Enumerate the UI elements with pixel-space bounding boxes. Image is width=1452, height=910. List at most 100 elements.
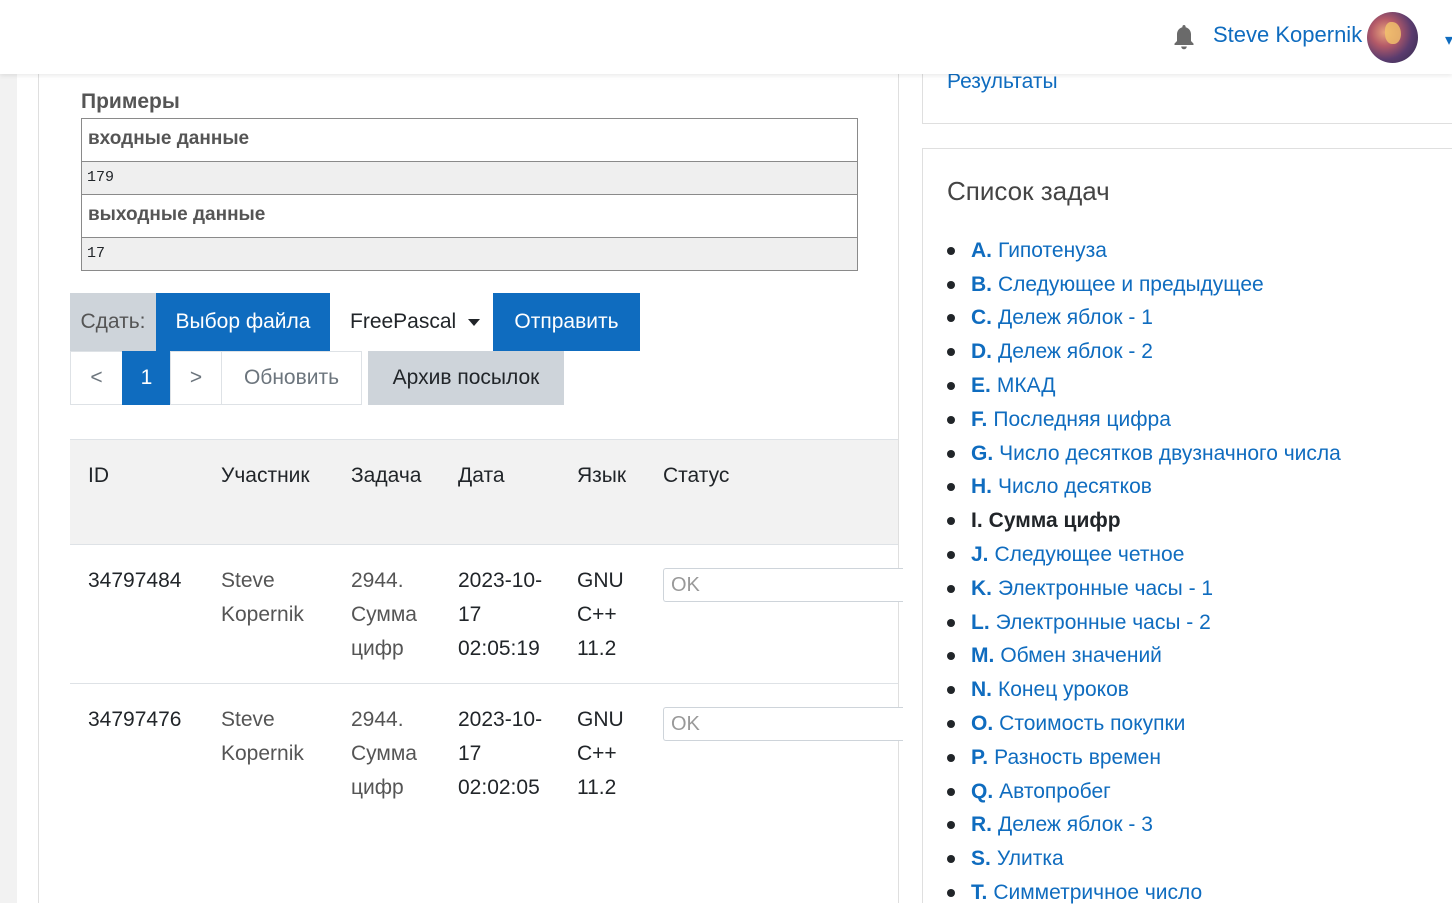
samples-table: входные данные 179 выходные данные 17 — [81, 118, 858, 271]
task-letter: R. — [971, 813, 992, 837]
task-list-item[interactable]: T. Симметричное число — [947, 876, 1341, 910]
caret-down-icon — [468, 318, 481, 326]
task-name: Стоимость покупки — [999, 712, 1186, 736]
submission-user: Steve Kopernik — [221, 708, 304, 765]
task-name: Симметричное число — [993, 881, 1203, 905]
submission-date: 2023-10-17 02:02:05 — [458, 708, 543, 799]
task-name: Число десятков двузначного числа — [999, 441, 1341, 465]
task-list-item[interactable]: Q. Автопробег — [947, 775, 1341, 809]
user-menu-name[interactable]: Steve Kopernik — [1213, 22, 1362, 48]
task-list-item[interactable]: I. Сумма цифр — [947, 504, 1341, 538]
task-letter: S. — [971, 847, 991, 871]
submit-form: Сдать: Выбор файла FreePascal Отправить — [70, 293, 640, 351]
task-name: Следующее четное — [994, 543, 1185, 567]
refresh-button[interactable]: Обновить — [221, 351, 362, 405]
submissions-archive-button[interactable]: Архив посылок — [368, 351, 564, 405]
page-left-strip — [0, 0, 17, 903]
task-letter: O. — [971, 712, 994, 736]
task-list-item[interactable]: C. Дележ яблок - 1 — [947, 302, 1341, 336]
task-list-title: Список задач — [947, 176, 1110, 206]
task-list-item[interactable]: S. Улитка — [947, 842, 1341, 876]
task-letter: D. — [971, 340, 992, 364]
task-list-item[interactable]: H. Число десятков — [947, 471, 1341, 505]
task-list-item[interactable]: E. МКАД — [947, 369, 1341, 403]
task-letter: A. — [971, 238, 992, 262]
task-letter: E. — [971, 374, 991, 398]
column-header-user: Участник — [221, 464, 310, 487]
task-name: Число десятков — [998, 475, 1152, 499]
sample-input-value: 179 — [82, 162, 857, 195]
task-name: Улитка — [996, 847, 1064, 871]
sample-output-header: выходные данные — [82, 195, 857, 238]
pagination-current-page[interactable]: 1 — [122, 351, 171, 405]
submission-task: 2944. Сумма цифр — [351, 569, 417, 660]
submission-language: GNU C++ 11.2 — [577, 569, 624, 660]
task-name: Обмен значений — [1000, 644, 1162, 668]
task-letter: Q. — [971, 779, 994, 803]
submission-id: 34797476 — [88, 708, 182, 731]
task-name: Дележ яблок - 1 — [998, 306, 1153, 330]
task-list-item[interactable]: R. Дележ яблок - 3 — [947, 809, 1341, 843]
submission-date: 2023-10-17 02:05:19 — [458, 569, 543, 660]
sample-output-value: 17 — [82, 238, 857, 270]
choose-file-button[interactable]: Выбор файла — [156, 293, 330, 351]
submit-label: Сдать: — [70, 293, 156, 351]
task-letter: G. — [971, 441, 994, 465]
task-name: МКАД — [996, 374, 1056, 398]
task-name: Гипотенуза — [998, 238, 1107, 262]
task-letter: N. — [971, 678, 992, 702]
task-list-item[interactable]: P. Разность времен — [947, 741, 1341, 775]
task-name: Дележ яблок - 3 — [998, 813, 1153, 837]
column-header-id: ID — [88, 464, 109, 487]
send-button[interactable]: Отправить — [493, 293, 640, 351]
task-name: Дележ яблок - 2 — [998, 340, 1153, 364]
user-avatar[interactable] — [1367, 12, 1418, 63]
task-name: Автопробег — [999, 779, 1111, 803]
task-name: Последняя цифра — [993, 407, 1171, 431]
task-letter: I. — [971, 509, 983, 533]
language-select[interactable]: FreePascal — [330, 293, 493, 351]
task-list-item[interactable]: O. Стоимость покупки — [947, 707, 1341, 741]
task-letter: M. — [971, 644, 995, 668]
submission-user: Steve Kopernik — [221, 569, 304, 626]
task-name: Электронные часы - 2 — [995, 610, 1211, 634]
table-header: ID Участник Задача Дата Язык Статус — [70, 439, 898, 544]
task-name: Разность времен — [994, 745, 1161, 769]
column-header-language: Язык — [577, 464, 627, 487]
top-navbar: Steve Kopernik ▾ — [0, 0, 1452, 74]
task-list-item[interactable]: B. Следующее и предыдущее — [947, 268, 1341, 302]
task-list-item[interactable]: N. Конец уроков — [947, 673, 1341, 707]
sample-input-header: входные данные — [82, 119, 857, 162]
task-letter: J. — [971, 543, 989, 567]
submission-status: OK — [663, 707, 903, 741]
task-list: A. Гипотенуза B. Следующее и предыдущее C. Де… — [947, 234, 1341, 910]
task-name: Электронные часы - 1 — [998, 576, 1214, 600]
task-name: Конец уроков — [998, 678, 1129, 702]
task-letter: C. — [971, 306, 992, 330]
task-list-item[interactable]: G. Число десятков двузначного числа — [947, 437, 1341, 471]
submission-language: GNU C++ 11.2 — [577, 708, 624, 799]
submission-status: OK — [663, 568, 903, 602]
notification-bell-icon[interactable] — [1172, 24, 1196, 50]
task-list-item[interactable]: M. Обмен значений — [947, 640, 1341, 674]
pagination-next[interactable]: > — [170, 351, 222, 405]
table-row: 34797484 Steve Kopernik 2944. Сумма цифр… — [70, 544, 903, 683]
task-letter: F. — [971, 407, 988, 431]
task-letter: H. — [971, 475, 992, 499]
samples-title: Примеры — [81, 90, 180, 113]
submission-task: 2944. Сумма цифр — [351, 708, 417, 799]
task-list-item[interactable]: D. Дележ яблок - 2 — [947, 335, 1341, 369]
submission-id: 34797484 — [88, 569, 182, 592]
pagination-prev[interactable]: < — [70, 351, 123, 405]
task-list-item[interactable]: A. Гипотенуза — [947, 234, 1341, 268]
task-name: Следующее и предыдущее — [998, 272, 1264, 296]
task-letter: T. — [971, 881, 988, 905]
task-letter: K. — [971, 576, 992, 600]
task-list-item[interactable]: K. Электронные часы - 1 — [947, 572, 1341, 606]
task-list-item[interactable]: J. Следующее четное — [947, 538, 1341, 572]
task-list-item[interactable]: F. Последняя цифра — [947, 403, 1341, 437]
user-menu-chevron-down-icon[interactable]: ▾ — [1445, 30, 1452, 50]
language-select-value: FreePascal — [350, 310, 457, 333]
task-list-item[interactable]: L. Электронные часы - 2 — [947, 606, 1341, 640]
task-letter: B. — [971, 272, 992, 296]
